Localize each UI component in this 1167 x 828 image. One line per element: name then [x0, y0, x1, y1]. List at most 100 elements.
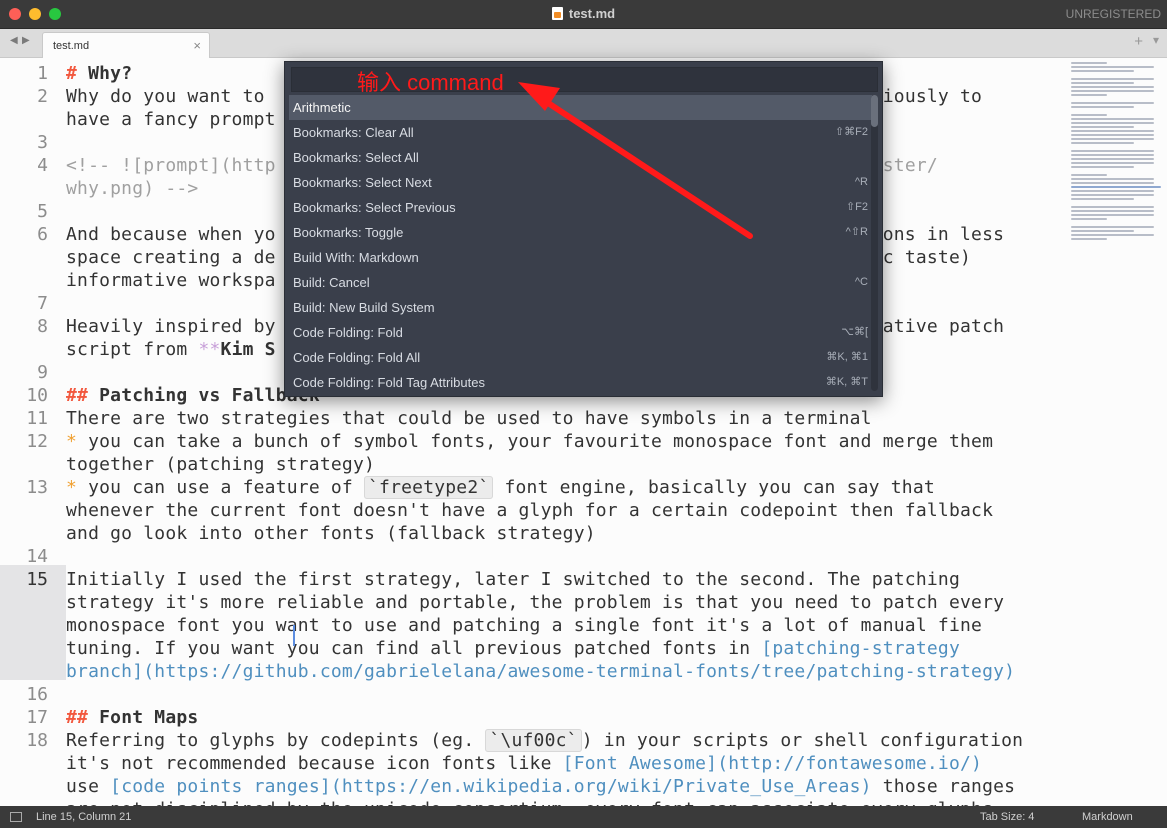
command-item[interactable]: Code Folding: Fold Tag Attributes ⌘K, ⌘T — [289, 370, 872, 395]
command-label: Bookmarks: Select Previous — [293, 200, 456, 215]
nav-forward-icon[interactable]: ▶ — [22, 35, 30, 46]
minimap-line — [1071, 90, 1154, 92]
minimap[interactable] — [1065, 58, 1167, 278]
command-item[interactable]: Code Folding: Fold All ⌘K, ⌘1 — [289, 345, 872, 370]
code-token: Why do you want to — [66, 86, 276, 107]
command-item[interactable]: Bookmarks: Select Next ^R — [289, 170, 872, 195]
tab-size-selector[interactable]: Tab Size: 4 — [980, 806, 1034, 828]
code-line: have a fancy prompt — [66, 108, 276, 131]
code-token: it's not recommended because icon fonts … — [66, 753, 563, 774]
syntax-selector[interactable]: Markdown — [1082, 806, 1133, 828]
tab-label: test.md — [53, 40, 90, 52]
command-shortcut: ^R — [854, 176, 868, 188]
code-token: you can take a bunch of symbol fonts, yo… — [77, 431, 994, 452]
line-number: 9 — [37, 362, 48, 383]
code-token: * — [66, 477, 78, 498]
code-token: why.png) --> — [66, 178, 199, 199]
command-shortcut: ⌘K, ⌘1 — [826, 351, 868, 363]
code-line: informative workspa — [66, 269, 276, 292]
command-shortcut: ⌘K, ⌘T — [825, 376, 868, 388]
code-line: whenever the current font doesn't have a… — [66, 499, 993, 522]
minimap-line — [1071, 186, 1161, 188]
command-palette-input[interactable] — [291, 67, 878, 92]
command-label: Code Folding: Fold — [293, 325, 403, 340]
minimap-line — [1071, 198, 1134, 200]
minimap-line — [1071, 210, 1154, 212]
code-token: strategy it's more reliable and portable… — [66, 592, 1005, 613]
new-tab-icon[interactable]: + — [1134, 33, 1143, 50]
minimap-line — [1071, 162, 1154, 164]
code-token: use — [66, 776, 111, 797]
code-token: monospace font you want to use and patch… — [66, 615, 983, 636]
markdown-file-icon — [551, 7, 563, 20]
command-item[interactable]: Build: Cancel ^C — [289, 270, 872, 295]
command-label: Bookmarks: Select All — [293, 150, 419, 165]
tab-menu-icon[interactable]: ▾ — [1153, 33, 1159, 47]
minimap-line — [1071, 154, 1154, 156]
command-list-scrollbar[interactable] — [871, 95, 878, 391]
tab-close-icon[interactable]: × — [193, 38, 201, 53]
minimap-line — [1071, 70, 1134, 72]
window-title: test.md — [0, 0, 1167, 29]
code-token: informative workspa — [66, 270, 276, 291]
panel-toggle-icon[interactable] — [10, 812, 22, 822]
code-token: ) in your scripts or shell configuration — [581, 730, 1024, 751]
line-number: 14 — [26, 546, 48, 567]
minimap-line — [1071, 234, 1154, 236]
code-line: it's not recommended because icon fonts … — [66, 752, 982, 775]
minimap-line — [1071, 110, 1161, 112]
code-token: and go look into other fonts (fallback s… — [66, 523, 596, 544]
minimap-line — [1071, 98, 1161, 100]
code-token: are not disciplined by the unicode conso… — [66, 799, 993, 806]
text-caret — [293, 625, 295, 646]
minimap-line — [1071, 102, 1154, 104]
command-item[interactable]: Bookmarks: Clear All ⇧⌘F2 — [289, 120, 872, 145]
minimap-line — [1071, 74, 1161, 76]
code-line: * you can use a feature of `freetype2` f… — [66, 476, 935, 499]
command-item[interactable]: Arithmetic — [289, 95, 872, 120]
minimap-line — [1071, 138, 1154, 140]
tab-test-md[interactable]: test.md × — [42, 32, 210, 58]
minimap-line — [1071, 62, 1107, 64]
code-token: There are two strategies that could be u… — [66, 408, 872, 429]
command-shortcut: ⇧F2 — [845, 201, 868, 213]
line-number: 6 — [37, 224, 48, 245]
command-item[interactable]: Build With: Markdown — [289, 245, 872, 270]
code-line: monospace font you want to use and patch… — [66, 614, 982, 637]
command-item[interactable]: Code Folding: Fold ⌥⌘[ — [289, 320, 872, 345]
code-token: ## — [66, 385, 100, 406]
command-item[interactable]: Bookmarks: Select Previous ⇧F2 — [289, 195, 872, 220]
window-title-text: test.md — [568, 6, 616, 21]
command-label: Build: New Build System — [293, 300, 435, 315]
code-token: `freetype2` — [364, 476, 494, 499]
code-token: ** — [198, 339, 221, 360]
command-shortcut: ^C — [854, 276, 868, 288]
code-token: together (patching strategy) — [66, 454, 376, 475]
minimap-line — [1071, 114, 1107, 116]
code-token: `\uf00c` — [485, 729, 582, 752]
minimap-line — [1071, 78, 1154, 80]
line-number: 5 — [37, 201, 48, 222]
code-line: * you can take a bunch of symbol fonts, … — [66, 430, 993, 453]
code-token: Why? — [88, 63, 133, 84]
line-number: 17 — [26, 707, 48, 728]
code-token: * — [66, 431, 78, 452]
cursor-position: Line 15, Column 21 — [36, 811, 132, 823]
code-token: branch](https://github.com/gabrielelana/… — [66, 661, 1016, 682]
command-label: Bookmarks: Clear All — [293, 125, 414, 140]
nav-back-icon[interactable]: ◀ — [10, 35, 18, 46]
minimap-line — [1071, 134, 1154, 136]
command-item[interactable]: Bookmarks: Select All — [289, 145, 872, 170]
command-item[interactable]: Build: New Build System — [289, 295, 872, 320]
minimap-line — [1071, 146, 1161, 148]
minimap-line — [1071, 130, 1154, 132]
title-bar: test.md UNREGISTERED — [0, 0, 1167, 29]
minimap-line — [1071, 214, 1154, 216]
code-token: have a fancy prompt — [66, 109, 276, 130]
scrollbar-thumb[interactable] — [871, 95, 878, 127]
command-label: Bookmarks: Toggle — [293, 225, 404, 240]
command-item[interactable]: Bookmarks: Toggle ^⇧R — [289, 220, 872, 245]
code-token: Kim S — [220, 339, 276, 360]
code-token: [code points ranges](https://en.wikipedi… — [110, 776, 872, 797]
command-shortcut: ⌥⌘[ — [841, 326, 868, 338]
